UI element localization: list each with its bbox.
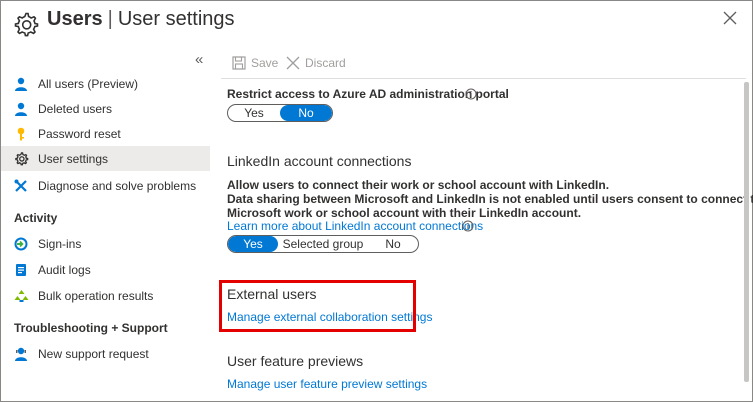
gear-icon — [13, 151, 29, 167]
user-icon — [13, 101, 29, 117]
admin-portal-option-yes[interactable]: Yes — [228, 105, 280, 121]
sidebar-item-user-settings[interactable]: User settings — [1, 146, 210, 171]
sidebar-item-label: New support request — [38, 346, 149, 361]
sidebar-item-bulk-operation-results[interactable]: Bulk operation results — [1, 283, 210, 308]
sidebar-item-audit-logs[interactable]: Audit logs — [1, 257, 210, 282]
sidebar-item-all-users[interactable]: All users (Preview) — [1, 71, 210, 96]
save-button[interactable]: Save — [232, 56, 278, 70]
user-feature-previews-heading: User feature previews — [227, 353, 364, 369]
page-title-sub: User settings — [117, 8, 235, 30]
sidebar-item-label: Diagnose and solve problems — [38, 178, 197, 193]
info-icon[interactable] — [465, 88, 477, 100]
sidebar-item-new-support-request[interactable]: New support request — [1, 341, 210, 366]
sidebar-item-label: All users (Preview) — [38, 76, 139, 91]
close-icon[interactable] — [721, 9, 739, 27]
sidebar-item-label: Sign-ins — [38, 236, 82, 251]
sidebar-item-diagnose[interactable]: Diagnose and solve problems — [1, 173, 210, 198]
linkedin-description-line3: Microsoft work or school account with th… — [227, 206, 582, 220]
discard-icon — [286, 56, 300, 70]
manage-user-feature-preview-link[interactable]: Manage user feature preview settings — [227, 377, 427, 391]
page-title-main: Users — [47, 8, 103, 30]
scrollbar-thumb[interactable] — [744, 82, 749, 382]
sidebar-item-label: User settings — [38, 151, 109, 166]
sidebar-item-label: Bulk operation results — [38, 288, 154, 303]
admin-portal-toggle: Yes No — [227, 104, 333, 122]
linkedin-heading: LinkedIn account connections — [227, 153, 412, 169]
wrench-icon — [13, 178, 29, 194]
sidebar-item-label: Password reset — [38, 126, 121, 141]
sidebar-item-password-reset[interactable]: Password reset — [1, 121, 210, 146]
linkedin-learn-more-link[interactable]: Learn more about LinkedIn account connec… — [227, 219, 483, 233]
bulk-operation-icon — [13, 288, 29, 304]
collapse-sidebar-button[interactable]: « — [195, 52, 203, 67]
admin-portal-option-no[interactable]: No — [280, 105, 332, 121]
sidebar-item-sign-ins[interactable]: Sign-ins — [1, 231, 210, 256]
discard-button[interactable]: Discard — [286, 56, 346, 70]
audit-logs-icon — [13, 262, 29, 278]
sidebar-item-label: Deleted users — [38, 101, 113, 116]
linkedin-toggle: Yes Selected group No — [227, 235, 419, 253]
linkedin-option-yes[interactable]: Yes — [228, 236, 278, 252]
linkedin-option-selected-group[interactable]: Selected group — [278, 236, 368, 252]
sidebar-item-label: Audit logs — [38, 262, 91, 277]
support-person-icon — [13, 346, 29, 362]
save-icon — [232, 56, 246, 70]
highlight-box — [219, 280, 416, 332]
blade-header: Users | User settings — [1, 1, 752, 49]
title-separator: | — [107, 8, 113, 30]
user-icon — [13, 76, 29, 92]
command-bar: Save Discard — [221, 52, 746, 79]
linkedin-description-line2: Data sharing between Microsoft and Linke… — [227, 192, 753, 206]
discard-label: Discard — [305, 56, 346, 70]
gear-icon — [14, 12, 39, 37]
linkedin-option-no[interactable]: No — [368, 236, 418, 252]
info-icon[interactable] — [462, 220, 474, 232]
page-title: Users | User settings — [47, 6, 235, 32]
sidebar-section-activity: Activity — [14, 211, 58, 225]
save-label: Save — [251, 56, 279, 70]
sidebar-section-support: Troubleshooting + Support — [14, 321, 168, 335]
sidebar-item-deleted-users[interactable]: Deleted users — [1, 96, 210, 121]
sign-ins-icon — [13, 236, 29, 252]
key-icon — [13, 126, 29, 142]
linkedin-description-line1: Allow users to connect their work or sch… — [227, 178, 610, 192]
